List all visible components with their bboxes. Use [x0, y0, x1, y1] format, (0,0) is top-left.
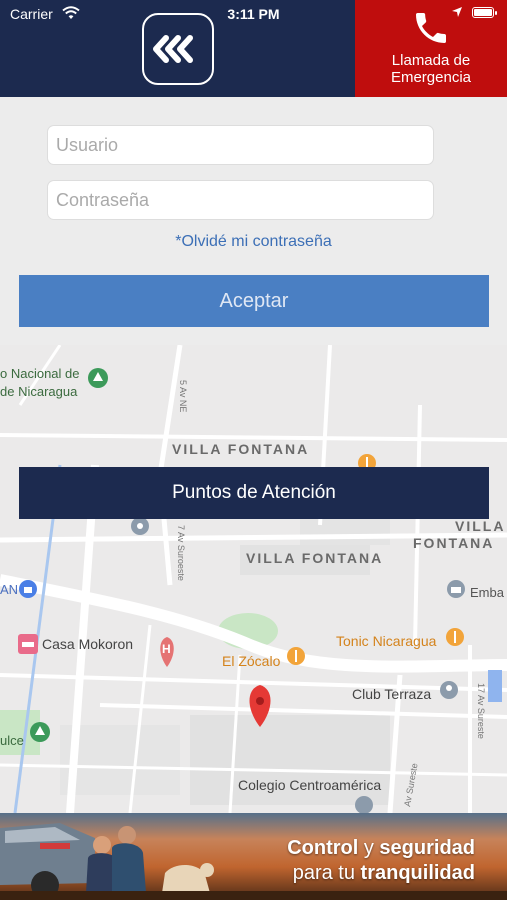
svg-text:H: H: [162, 642, 171, 656]
map-label-colegio: Colegio Centroamérica: [238, 777, 381, 793]
park-poi-icon-2: [30, 722, 50, 742]
map-label-casa-mokoron: Casa Mokoron: [42, 636, 133, 652]
landmark-poi-icon: [447, 580, 465, 598]
map-poi-icon: [131, 517, 149, 535]
banner-word-seguridad: seguridad: [379, 837, 475, 859]
battery-icon: [472, 7, 497, 18]
map-label-embassy: Emba: [470, 585, 505, 600]
map-canvas: o Nacional de de Nicaragua VILLA FONTANA…: [0, 345, 507, 813]
points-of-attention-button[interactable]: Puntos de Atención: [19, 467, 489, 519]
restaurant-poi-icon-3: [446, 628, 464, 646]
map-label-nacional-1: o Nacional de: [0, 366, 80, 381]
banner-word-tranquilidad: tranquilidad: [360, 862, 475, 884]
clock: 3:11 PM: [227, 6, 280, 22]
emergency-label-line1: Llamada de: [391, 52, 471, 69]
map-label-villa-fontana-4: FONTANA: [413, 535, 494, 551]
location-arrow-icon: [452, 7, 462, 17]
restaurant-poi-icon-2: [287, 647, 305, 665]
map-street-label-2: 7 Av Suroeste: [176, 525, 186, 581]
place-poi-icon: [440, 681, 458, 699]
status-bar: Carrier 3:11 PM: [0, 0, 507, 28]
login-form: *Olvidé mi contraseña Aceptar: [0, 97, 507, 345]
map-label-villa-fontana-2: VILLA FONTANA: [246, 550, 383, 566]
emergency-label-line2: Emergencia: [390, 69, 472, 86]
map-label-ulce: ulce: [0, 733, 24, 748]
banner-word-control: Control: [287, 837, 359, 859]
accept-button[interactable]: Aceptar: [19, 275, 489, 327]
banner-word-y: y: [358, 837, 380, 859]
map-label-zocalo: El Zócalo: [222, 653, 281, 669]
hotel-poi-icon: [18, 634, 38, 654]
emergency-label: Llamada de Emergencia: [355, 52, 507, 86]
banner-word-para-tu: para tu: [292, 862, 361, 884]
map-label-villa-fontana-3: VILLA: [455, 518, 505, 534]
promo-banner[interactable]: Control y seguridad para tu tranquilidad: [0, 813, 507, 900]
map-label-nacional-2: de Nicaragua: [0, 384, 78, 399]
map-label-an: AN: [0, 582, 18, 597]
map-street-label-1: 5 Av NE: [178, 380, 188, 412]
map-label-tonic: Tonic Nicaragua: [336, 633, 437, 649]
banner-line2: para tu tranquilidad: [293, 862, 475, 885]
map-street-label-3: 17 Av Sureste: [476, 683, 486, 739]
banner-line1: Control y seguridad: [287, 837, 475, 860]
shopping-poi-icon: [19, 580, 37, 598]
park-poi-icon: [88, 368, 108, 388]
map-view[interactable]: o Nacional de de Nicaragua VILLA FONTANA…: [0, 345, 507, 813]
map-label-villa-fontana-1: VILLA FONTANA: [172, 441, 309, 457]
forgot-password-link[interactable]: *Olvidé mi contraseña: [0, 233, 507, 251]
password-field[interactable]: [47, 180, 434, 220]
map-label-club-terraza: Club Terraza: [352, 686, 431, 702]
username-field[interactable]: [47, 125, 434, 165]
